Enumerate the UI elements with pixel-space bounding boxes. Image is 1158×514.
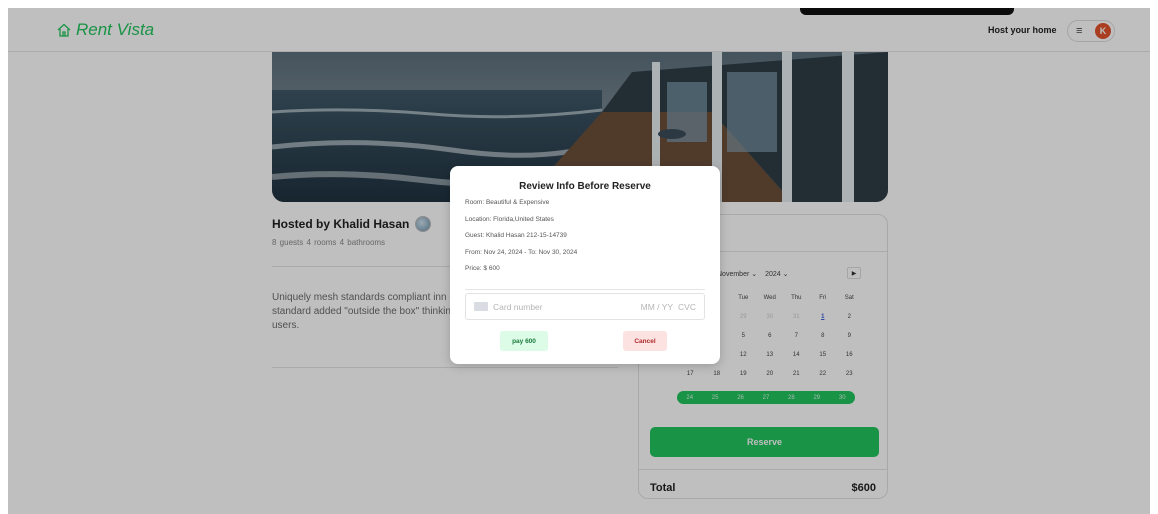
credit-card-icon bbox=[474, 302, 488, 311]
review-modal: Review Info Before Reserve Room: Beautif… bbox=[450, 166, 720, 364]
guest-info: Guest: Khalid Hasan 212-15-14739 bbox=[465, 232, 567, 239]
pay-button[interactable]: pay 600 bbox=[500, 331, 548, 351]
card-expiry-placeholder[interactable]: MM / YY bbox=[641, 302, 673, 312]
card-number-placeholder[interactable]: Card number bbox=[493, 302, 543, 312]
location-info: Location: Florida,United States bbox=[465, 216, 554, 223]
price-info: Price: $ 600 bbox=[465, 265, 500, 272]
page-frame: Rent Vista Host your home ≡ K Hosted by … bbox=[8, 8, 1150, 514]
card-cvc-placeholder[interactable]: CVC bbox=[678, 302, 696, 312]
card-input[interactable]: Card number MM / YY CVC bbox=[465, 293, 705, 320]
modal-title: Review Info Before Reserve bbox=[519, 181, 651, 192]
cancel-button[interactable]: Cancel bbox=[623, 331, 667, 351]
divider bbox=[465, 289, 705, 290]
room-info: Room: Beautiful & Expensive bbox=[465, 199, 550, 206]
dates-info: From: Nov 24, 2024 - To: Nov 30, 2024 bbox=[465, 249, 578, 256]
